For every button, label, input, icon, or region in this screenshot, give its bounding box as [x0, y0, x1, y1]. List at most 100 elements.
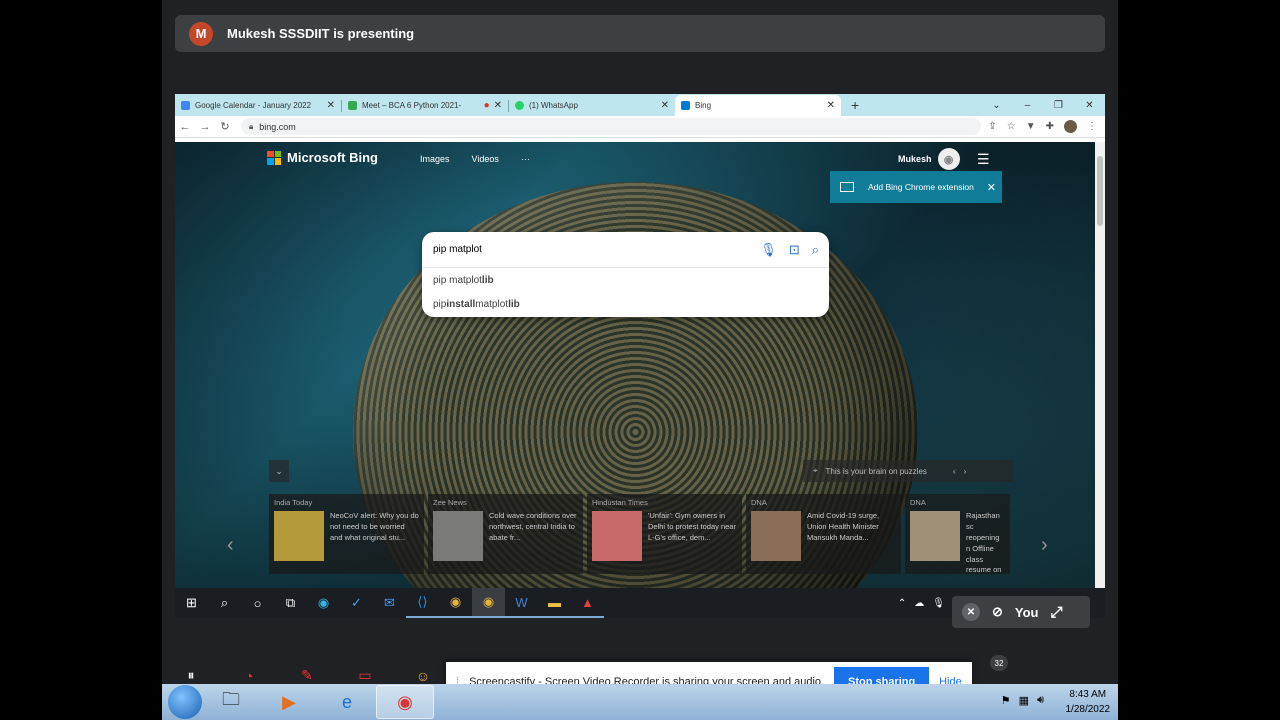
edge-icon[interactable]: ◉ — [307, 588, 340, 618]
extension-banner[interactable]: Add Bing Chrome extension ✕ — [830, 171, 1002, 203]
tab-strip: Google Calendar - January 2022 ✕ Meet – … — [175, 94, 1105, 116]
toolbar-icons: ⇪ ☆ ▼ ✚ ⋮ — [988, 120, 1105, 133]
win7-tray: ⚑ ▦ 🔊︎ — [1001, 694, 1044, 707]
windows-start-icon[interactable]: ⊞ — [175, 588, 208, 618]
tray-chevron-icon[interactable]: ⌃ — [898, 598, 906, 609]
microsoft-logo-icon — [267, 150, 281, 165]
hamburger-menu-icon[interactable]: ☰ — [977, 151, 990, 168]
self-label: You — [1014, 604, 1039, 620]
camera-off-icon[interactable]: ⊘ — [992, 604, 1003, 620]
pause-icon[interactable]: ⏸ — [162, 667, 220, 684]
news-card[interactable]: DNA Rajasthan sc reopening n Offline cla… — [905, 494, 1010, 574]
network-icon[interactable]: ▦ — [1019, 694, 1029, 707]
search-icon[interactable]: ⌕ — [812, 242, 819, 258]
suggestion-item[interactable]: pip install matplot lib — [422, 292, 829, 316]
flag-icon[interactable]: ⚑ — [1001, 694, 1011, 707]
shared-browser-window: Google Calendar - January 2022 ✕ Meet – … — [175, 94, 1105, 618]
nav-videos[interactable]: Videos — [472, 154, 499, 164]
word-icon[interactable]: W — [505, 588, 538, 618]
emoji-icon[interactable]: ☺ — [394, 668, 452, 684]
news-card[interactable]: DNA Amid Covid-19 surge, Union Health Mi… — [746, 494, 901, 574]
pdf-icon[interactable]: ▲ — [571, 588, 604, 618]
meet-presentation-frame: M Mukesh SSSDIIT is presenting Google Ca… — [162, 0, 1118, 720]
task-view-icon[interactable]: ⧉ — [274, 588, 307, 618]
volume-icon[interactable]: 🔊︎ — [1037, 694, 1044, 707]
media-player-icon[interactable]: ▶ — [260, 685, 318, 719]
microphone-icon[interactable]: 🎙︎ — [760, 242, 777, 258]
todo-icon[interactable]: ✓ — [340, 588, 373, 618]
expand-icon[interactable]: ⤢ — [1051, 604, 1063, 621]
back-icon[interactable]: ← — [175, 121, 195, 133]
share-icon[interactable]: ⇪ — [988, 121, 996, 132]
window-controls: ⌄ – ❐ ✕ — [981, 94, 1105, 116]
close-tab-icon[interactable]: ✕ — [661, 100, 669, 111]
mail-icon[interactable]: ✉ — [373, 588, 406, 618]
start-orb-icon[interactable] — [168, 685, 202, 719]
nav-more[interactable]: ··· — [521, 154, 530, 164]
extension-icon[interactable]: ▼ — [1026, 121, 1036, 132]
mic-off-icon[interactable]: ✕ — [962, 603, 980, 621]
tab-meet[interactable]: Meet – BCA 6 Python 2021- ● ✕ — [342, 95, 508, 116]
pen-icon[interactable]: ✎ — [278, 667, 336, 684]
chrome-icon[interactable]: ◉ — [376, 685, 434, 719]
user-name: Mukesh — [898, 154, 932, 164]
cloud-icon[interactable]: ☁ — [914, 598, 924, 609]
system-clock[interactable]: 8:43 AM 1/28/2022 — [1066, 687, 1111, 717]
close-tab-icon[interactable]: ✕ — [327, 100, 335, 111]
image-info[interactable]: ⌖ This is your brain on puzzles ‹ › — [803, 460, 1013, 482]
news-card[interactable]: India Today NeoCoV alert: Why you do not… — [269, 494, 424, 574]
bing-icon — [681, 101, 690, 110]
close-icon[interactable]: ✕ — [987, 181, 996, 194]
search-icon[interactable]: ⌕ — [208, 588, 241, 618]
search-box: 🎙︎ ⊡ ⌕ pip matplotlib pip install matplo… — [422, 232, 829, 317]
vscode-icon[interactable]: ⟨⟩ — [406, 588, 439, 618]
mic-icon[interactable]: 🎙︎ — [932, 598, 945, 609]
next-image-icon[interactable]: › — [964, 467, 967, 476]
close-tab-icon[interactable]: ✕ — [827, 100, 835, 111]
bing-logo[interactable]: Microsoft Bing — [267, 150, 378, 165]
new-tab-button[interactable]: + — [851, 97, 859, 113]
whatsapp-icon — [515, 101, 524, 110]
news-carousel: India Today NeoCoV alert: Why you do not… — [269, 494, 1010, 574]
news-thumbnail — [274, 511, 324, 561]
prev-image-icon[interactable]: ‹ — [953, 467, 956, 476]
tab-google-calendar[interactable]: Google Calendar - January 2022 ✕ — [175, 95, 341, 116]
bing-user[interactable]: Mukesh ◉ — [898, 148, 960, 170]
file-explorer-icon[interactable]: ▬ — [538, 588, 571, 618]
self-view-tile[interactable]: ✕ ⊘ You ⤢ — [952, 596, 1090, 628]
minimize-button[interactable]: – — [1012, 100, 1043, 111]
reload-icon[interactable]: ↻ — [215, 120, 235, 133]
presenting-text: Mukesh SSSDIIT is presenting — [227, 26, 415, 41]
close-tab-icon[interactable]: ✕ — [494, 100, 502, 111]
omnibox[interactable]: 🔒︎ bing.com — [241, 118, 981, 135]
page-scrollbar[interactable] — [1095, 142, 1105, 588]
maximize-button[interactable]: ❐ — [1043, 100, 1074, 111]
news-card[interactable]: Zee News Cold wave conditions over north… — [428, 494, 583, 574]
chrome-icon[interactable]: ◉ — [472, 588, 505, 618]
bing-nav: Images Videos ··· — [420, 154, 530, 164]
puzzle-icon[interactable]: ✚ — [1046, 121, 1054, 132]
visual-search-icon[interactable]: ⊡ — [789, 242, 800, 258]
search-input[interactable] — [433, 244, 761, 255]
bookmark-star-icon[interactable]: ☆ — [1007, 121, 1016, 132]
suggestion-item[interactable]: pip matplot lib — [422, 268, 829, 292]
cortana-icon[interactable]: ○ — [241, 588, 274, 618]
news-next-icon[interactable]: › — [1041, 534, 1048, 557]
tab-whatsapp[interactable]: (1) WhatsApp ✕ — [509, 95, 675, 116]
collapse-news-button[interactable]: ⌄ — [269, 460, 289, 482]
timer-icon[interactable]: ◔ — [220, 668, 278, 684]
rectangle-icon[interactable]: ▭ — [336, 667, 394, 684]
nav-images[interactable]: Images — [420, 154, 450, 164]
tab-search-icon[interactable]: ⌄ — [981, 100, 1012, 111]
news-prev-icon[interactable]: ‹ — [227, 534, 234, 557]
news-card[interactable]: Hindustan Times 'Unfair': Gym owners in … — [587, 494, 742, 574]
news-thumbnail — [910, 511, 960, 561]
chrome-icon[interactable]: ◉ — [439, 588, 472, 618]
tab-bing[interactable]: Bing ✕ — [675, 95, 841, 116]
internet-explorer-icon[interactable]: e — [318, 685, 376, 719]
forward-icon[interactable]: → — [195, 121, 215, 133]
profile-avatar[interactable] — [1064, 120, 1077, 133]
folder-icon[interactable]: 🗀︎ — [202, 685, 260, 719]
menu-icon[interactable]: ⋮ — [1087, 121, 1097, 132]
close-window-button[interactable]: ✕ — [1074, 100, 1105, 111]
